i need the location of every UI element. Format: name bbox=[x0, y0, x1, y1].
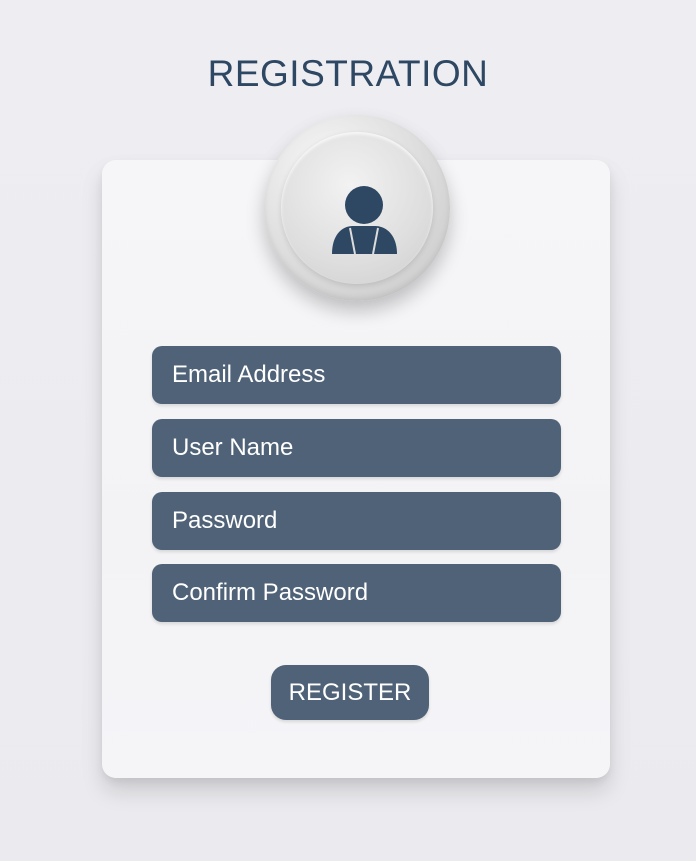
user-icon bbox=[332, 186, 397, 255]
confirm-password-field[interactable] bbox=[152, 564, 561, 622]
password-field[interactable] bbox=[152, 492, 561, 550]
email-input[interactable] bbox=[172, 361, 541, 389]
page-title: REGISTRATION bbox=[207, 53, 489, 94]
password-input[interactable] bbox=[172, 507, 541, 535]
avatar-button-face bbox=[281, 132, 433, 284]
username-field[interactable] bbox=[152, 419, 561, 477]
avatar bbox=[264, 115, 450, 301]
email-field[interactable] bbox=[152, 346, 561, 404]
confirm-password-input[interactable] bbox=[172, 579, 541, 607]
username-input[interactable] bbox=[172, 434, 541, 462]
register-button[interactable]: REGISTER bbox=[271, 665, 429, 720]
